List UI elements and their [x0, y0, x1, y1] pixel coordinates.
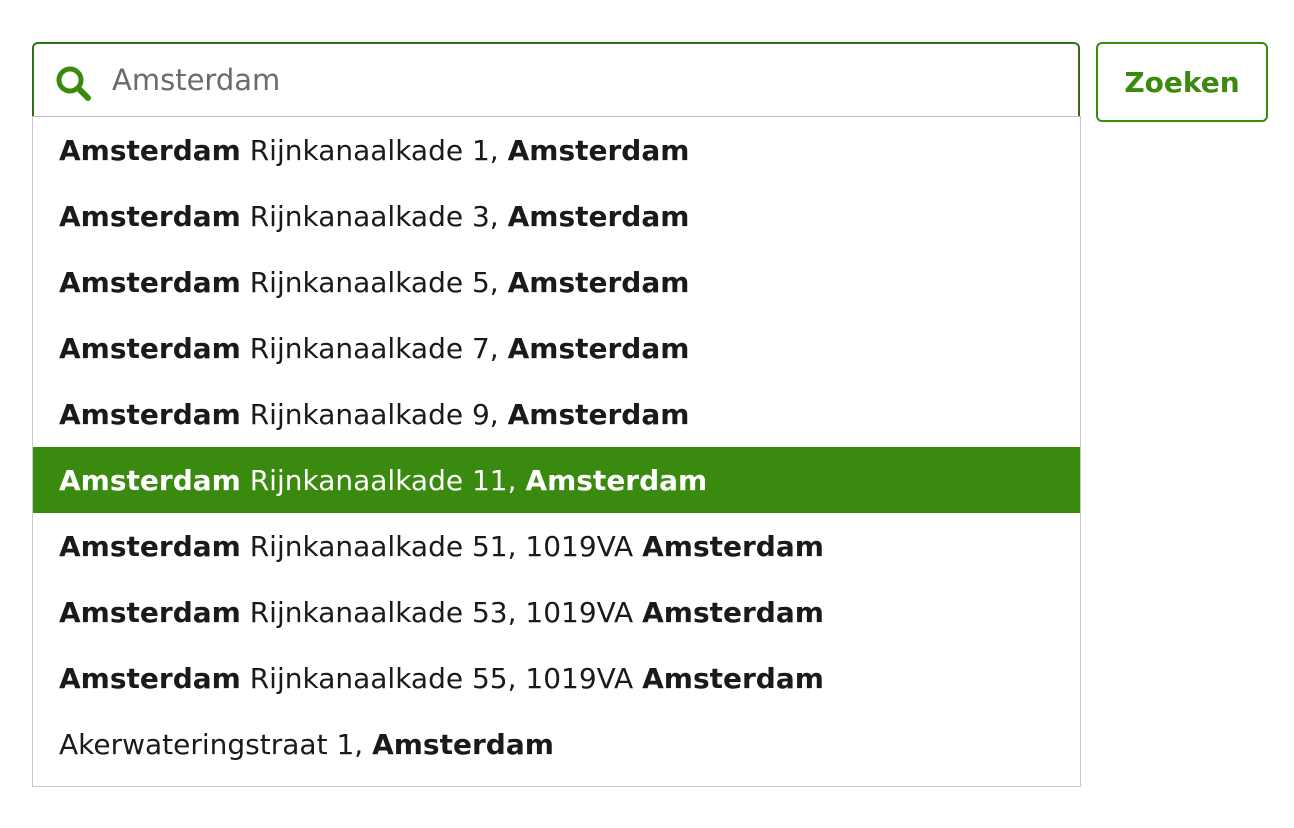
suggestion-city: Amsterdam — [642, 595, 824, 629]
suggestion-city: Amsterdam — [507, 397, 690, 431]
suggestion-city: Amsterdam — [507, 133, 690, 167]
suggestion-address: Rijnkanaalkade 5, — [249, 265, 499, 299]
suggestion-item[interactable]: Amsterdam Rijnkanaalkade 11, Amsterdam — [33, 447, 1080, 513]
suggestion-address: Rijnkanaalkade 7, — [249, 331, 499, 365]
suggestion-address: Akerwateringstraat 1, — [59, 727, 364, 761]
suggestion-prefix: Amsterdam — [59, 133, 241, 167]
suggestion-address: Rijnkanaalkade 51, — [249, 529, 517, 563]
suggestion-address: Rijnkanaalkade 53, — [249, 595, 517, 629]
suggestion-item[interactable]: Amsterdam Rijnkanaalkade 7, Amsterdam — [33, 315, 1080, 381]
suggestion-address: Rijnkanaalkade 3, — [249, 199, 499, 233]
suggestion-city: Amsterdam — [507, 265, 690, 299]
autocomplete-dropdown: Amsterdam Rijnkanaalkade 1, Amsterdam Ams… — [32, 116, 1081, 787]
suggestion-item[interactable]: Amsterdam Rijnkanaalkade 53, 1019VA Amst… — [33, 579, 1080, 645]
suggestion-item[interactable]: Amsterdam Rijnkanaalkade 55, 1019VA Amst… — [33, 645, 1080, 711]
suggestion-prefix: Amsterdam — [59, 661, 241, 695]
suggestion-postcode: 1019VA — [525, 595, 634, 629]
suggestion-city: Amsterdam — [525, 463, 708, 497]
search-icon — [54, 64, 94, 104]
search-input[interactable] — [112, 54, 1052, 106]
suggestion-city: Amsterdam — [507, 199, 690, 233]
suggestion-prefix: Amsterdam — [59, 265, 241, 299]
suggestion-item[interactable]: Akerwateringstraat 1, Amsterdam — [33, 711, 1080, 777]
suggestion-prefix: Amsterdam — [59, 595, 241, 629]
suggestion-postcode: 1019VA — [525, 661, 634, 695]
suggestion-city: Amsterdam — [372, 727, 554, 761]
suggestion-address: Rijnkanaalkade 9, — [249, 397, 499, 431]
suggestion-city: Amsterdam — [642, 661, 824, 695]
search-container: Amsterdam Rijnkanaalkade 1, AmsterdamAms… — [32, 42, 1081, 787]
suggestion-item[interactable]: Amsterdam Rijnkanaalkade 3, Amsterdam — [33, 183, 1080, 249]
suggestion-prefix: Amsterdam — [59, 331, 241, 365]
suggestion-item[interactable]: Amsterdam Rijnkanaalkade 51, 1019VA Amst… — [33, 513, 1080, 579]
suggestion-item[interactable]: Amsterdam Rijnkanaalkade 1, Amsterdam — [33, 117, 1080, 183]
suggestion-address: Rijnkanaalkade 55, — [249, 661, 517, 695]
suggestion-prefix: Amsterdam — [59, 199, 241, 233]
suggestion-postcode: 1019VA — [525, 529, 634, 563]
suggestion-item[interactable]: Amsterdam Rijnkanaalkade 5, Amsterdam — [33, 249, 1080, 315]
suggestion-item[interactable]: Amsterdam Rijnkanaalkade 9, Amsterdam — [33, 381, 1080, 447]
suggestion-city: Amsterdam — [507, 331, 690, 365]
suggestion-address: Rijnkanaalkade 1, — [249, 133, 499, 167]
suggestion-prefix: Amsterdam — [59, 463, 241, 497]
suggestion-city: Amsterdam — [642, 529, 824, 563]
search-field[interactable] — [32, 42, 1080, 118]
suggestion-prefix: Amsterdam — [59, 397, 241, 431]
search-button[interactable]: Zoeken — [1096, 42, 1268, 122]
suggestion-prefix: Amsterdam — [59, 529, 241, 563]
suggestion-address: Rijnkanaalkade 11, — [249, 463, 517, 497]
